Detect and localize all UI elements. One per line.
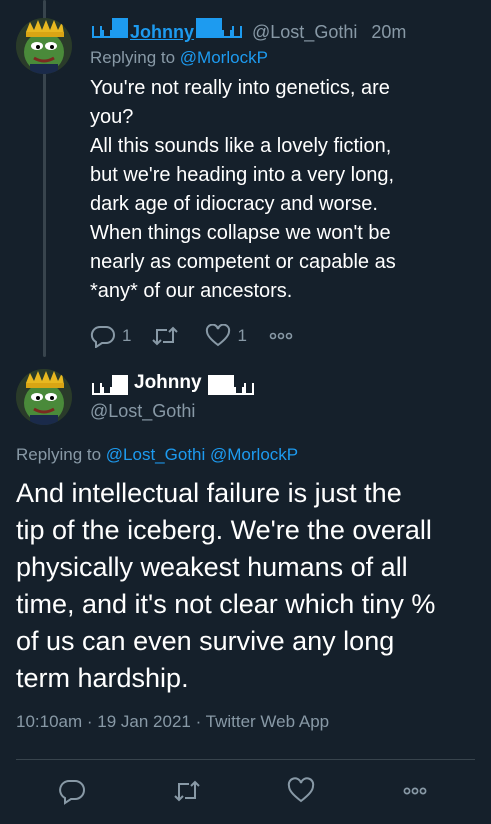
mention-link[interactable]: @MorlockP [180,48,268,67]
like-count: 1 [237,326,247,345]
tweet-text-line: physically weakest humans of all [16,552,408,582]
retweet-icon [174,780,200,802]
replying-to-label: Replying to [16,445,102,464]
name-decoration-right [207,375,254,395]
tweet-text-line: you? [90,106,134,128]
replying-to-label: Replying to [90,48,176,67]
reply-button[interactable] [58,777,86,810]
heart-icon [287,777,315,803]
tweet-meta[interactable]: 10:10am · 19 Jan 2021 · Twitter Web App [16,712,329,732]
main-tweet: Johnny @Lost_Gothi Replying to @Lost_Got… [0,357,491,824]
tweet-text-line: but we're heading into a very long, [90,164,395,186]
tweet-text-line: nearly as competent or capable as [90,251,396,273]
name-decoration-right [196,18,243,38]
tweet-text-line: And intellectual failure is just the [16,478,402,508]
author-handle[interactable]: @Lost_Gothi [90,401,256,422]
tweet-text-line: When things collapse we won't be [90,222,391,244]
tweet-actions [0,767,491,815]
replying-to: Replying to @Lost_Gothi @MorlockP [16,445,298,465]
tweet-text-line: term hardship. [16,663,189,693]
name-decoration-left [92,18,128,38]
tweet-text-line: time, and it's not clear which tiny % [16,589,436,619]
tweet-actions: 1 1 [90,324,475,348]
tweet-text-line: of us can even survive any long [16,626,395,656]
author-name[interactable]: Johnny [130,20,194,44]
tweet-time[interactable]: 20m [371,20,406,44]
heart-icon [206,324,231,347]
author-row: Johnny @Lost_Gothi 20m [90,18,475,44]
reply-icon [90,325,115,348]
more-button[interactable] [267,324,301,348]
tweet-text-line: dark age of idiocracy and worse. [90,193,378,215]
author-name[interactable]: Johnny [134,371,202,395]
tweet-text: And intellectual failure is just the tip… [16,475,475,697]
avatar[interactable] [16,18,72,74]
tweet-text-line: *any* of our ancestors. [90,280,293,302]
author-row: Johnny [90,371,256,395]
more-icon [403,787,427,795]
retweet-button[interactable] [172,777,202,810]
like-button[interactable] [287,777,315,810]
tweet-text-line: tip of the iceberg. We're the overall [16,515,432,545]
more-icon [269,332,293,340]
replying-to: Replying to @MorlockP [90,46,475,70]
author-handle[interactable]: @Lost_Gothi [252,20,357,44]
name-decoration-left [92,375,128,395]
tweet-text: You're not really into genetics, are you… [90,74,475,306]
avatar[interactable] [16,369,72,425]
reply-icon [59,780,85,805]
more-button[interactable] [400,777,430,810]
reply-tweet[interactable]: Johnny @Lost_Gothi 20m Replying to @Morl… [0,0,491,357]
mention-link[interactable]: @MorlockP [210,445,298,464]
divider [16,759,475,760]
tweet-text-line: All this sounds like a lovely fiction, [90,135,392,157]
reply-count: 1 [122,326,132,345]
tweet-text-line: You're not really into genetics, are [90,77,390,99]
like-button[interactable]: 1 [205,324,247,348]
mention-link[interactable]: @Lost_Gothi [106,445,205,464]
retweet-icon [152,326,179,346]
reply-button[interactable]: 1 [90,324,131,348]
retweet-button[interactable] [151,324,185,348]
